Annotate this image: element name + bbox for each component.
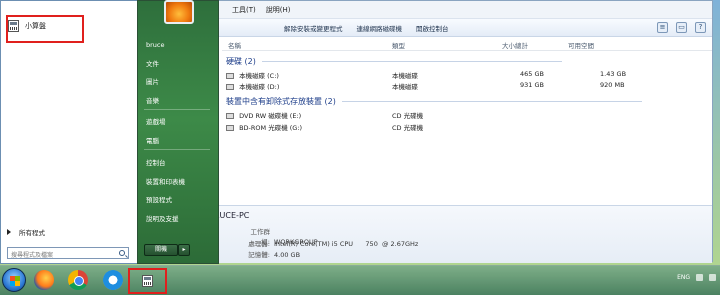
shutdown-button[interactable]: 關機 (144, 244, 178, 256)
details-pane: RUCE-PC 工作群組: WORKGROUP 處理器: Intel(R) Core… (204, 205, 712, 263)
right-item-pictures[interactable]: 圖片 (146, 76, 159, 86)
drive-type: CD 光碟機 (392, 124, 424, 132)
taskbar: ENG (0, 265, 720, 295)
divider (144, 149, 210, 150)
divider (144, 109, 210, 110)
drive-row[interactable]: BD-ROM 光碟機 (G:) CD 光碟機 (226, 122, 423, 132)
right-item-computer[interactable]: 電腦 (146, 135, 159, 145)
help-icon[interactable]: ? (695, 22, 706, 33)
shutdown-options-button[interactable]: ▸ (178, 244, 190, 256)
all-programs-button[interactable]: 所有程式 (7, 227, 45, 237)
memory-label: 記憶體: (248, 251, 270, 259)
drive-type: CD 光碟機 (392, 112, 424, 120)
column-total-size[interactable]: 大小總計 (502, 40, 528, 50)
drive-name: 本機磁碟 (D:) (239, 83, 280, 91)
windows-logo-icon (10, 276, 20, 286)
internet-explorer-icon[interactable] (103, 270, 123, 290)
drive-row[interactable]: 本機磁碟 (D:) 本機磁碟 931 GB 920 MB (226, 81, 625, 91)
right-item-devices-printers[interactable]: 裝置和印表機 (146, 176, 185, 186)
menu-tools[interactable]: 工具(T) (232, 5, 256, 15)
right-item-documents[interactable]: 文件 (146, 58, 159, 68)
map-network-drive-button[interactable]: 連線網路磁碟機 (357, 23, 403, 33)
expand-arrow-icon (7, 229, 11, 235)
command-bar: 解除安裝或變更程式 連線網路磁碟機 開啟控制台 ≡ ▭ ? (204, 19, 712, 37)
processor-label: 處理器: (248, 240, 270, 248)
user-avatar[interactable] (164, 0, 194, 24)
processor-value: Intel(R) Core(TM) i5 CPU 750 @ 2.67GHz (274, 240, 419, 248)
memory-info: 記憶體: 4.00 GB (244, 249, 300, 259)
menu-bar: 工具(T) 說明(H) (204, 1, 712, 19)
hard-drive-icon (226, 84, 234, 90)
drive-total: 931 GB (520, 81, 544, 89)
uninstall-program-button[interactable]: 解除安裝或變更程式 (284, 23, 343, 33)
group-hard-drives[interactable]: 硬碟 (2) (226, 56, 561, 67)
hard-drive-icon (226, 73, 234, 79)
start-search-input[interactable]: 搜尋程式及檔案 (7, 247, 129, 259)
taskbar-calculator-button[interactable] (128, 268, 167, 294)
pinned-app-label: 小算盤 (25, 22, 46, 30)
drive-row[interactable]: 本機磁碟 (C:) 本機磁碟 465 GB 1.43 GB (226, 70, 626, 80)
drive-row[interactable]: DVD RW 磁碟機 (E:) CD 光碟機 (226, 110, 423, 120)
computer-name: RUCE-PC (214, 211, 250, 220)
column-type[interactable]: 類型 (392, 40, 405, 50)
drive-name: DVD RW 磁碟機 (E:) (239, 112, 302, 120)
optical-drive-icon (226, 125, 234, 131)
drive-total: 465 GB (520, 70, 544, 78)
start-menu-programs-pane: 小算盤 所有程式 搜尋程式及檔案 (0, 0, 137, 264)
right-item-control-panel[interactable]: 控制台 (146, 157, 166, 167)
open-control-panel-button[interactable]: 開啟控制台 (416, 23, 449, 33)
start-button[interactable] (2, 268, 26, 292)
right-item-default-programs[interactable]: 預設程式 (146, 194, 172, 204)
optical-drive-icon (226, 113, 234, 119)
search-icon[interactable] (119, 250, 125, 256)
menu-help[interactable]: 說明(H) (266, 5, 291, 15)
preview-pane-icon[interactable]: ▭ (676, 22, 687, 33)
memory-value: 4.00 GB (274, 251, 301, 259)
start-menu: 小算盤 所有程式 搜尋程式及檔案 bruce 文件 圖片 音樂 遊戲場 電腦 控… (0, 0, 219, 264)
all-programs-label: 所有程式 (19, 229, 45, 237)
network-icon[interactable] (696, 274, 703, 281)
search-placeholder: 搜尋程式及檔案 (11, 252, 54, 259)
group-removable-storage[interactable]: 裝置中含有卸除式存放裝置 (2) (226, 96, 642, 107)
column-free-space[interactable]: 可用空間 (568, 40, 594, 50)
right-item-help-support[interactable]: 說明及支援 (146, 213, 179, 223)
system-tray: ENG (677, 274, 716, 281)
calculator-icon (8, 20, 19, 32)
right-item-music[interactable]: 音樂 (146, 95, 159, 105)
language-indicator[interactable]: ENG (677, 274, 690, 281)
processor-info: 處理器: Intel(R) Core(TM) i5 CPU 750 @ 2.67G… (244, 238, 418, 248)
column-header: 名稱 類型 大小總計 可用空間 (222, 37, 712, 51)
chrome-icon[interactable] (68, 270, 88, 290)
calculator-icon (142, 275, 153, 287)
drive-free: 920 MB (600, 81, 625, 89)
firefox-icon[interactable] (34, 270, 54, 290)
drive-type: 本機磁碟 (392, 72, 418, 80)
drive-name: BD-ROM 光碟機 (G:) (239, 124, 303, 132)
right-item-user[interactable]: bruce (146, 41, 165, 49)
column-name[interactable]: 名稱 (228, 40, 241, 50)
pinned-app-calculator[interactable]: 小算盤 (8, 20, 46, 32)
drive-name: 本機磁碟 (C:) (239, 72, 279, 80)
start-menu-right-pane: bruce 文件 圖片 音樂 遊戲場 電腦 控制台 裝置和印表機 預設程式 說明… (137, 0, 219, 264)
volume-icon[interactable] (709, 274, 716, 281)
right-item-games[interactable]: 遊戲場 (146, 116, 166, 126)
drive-type: 本機磁碟 (392, 83, 418, 91)
view-options-icon[interactable]: ≡ (657, 22, 668, 33)
drive-free: 1.43 GB (600, 70, 627, 78)
explorer-window: 工具(T) 說明(H) 解除安裝或變更程式 連線網路磁碟機 開啟控制台 ≡ ▭ … (203, 0, 713, 263)
